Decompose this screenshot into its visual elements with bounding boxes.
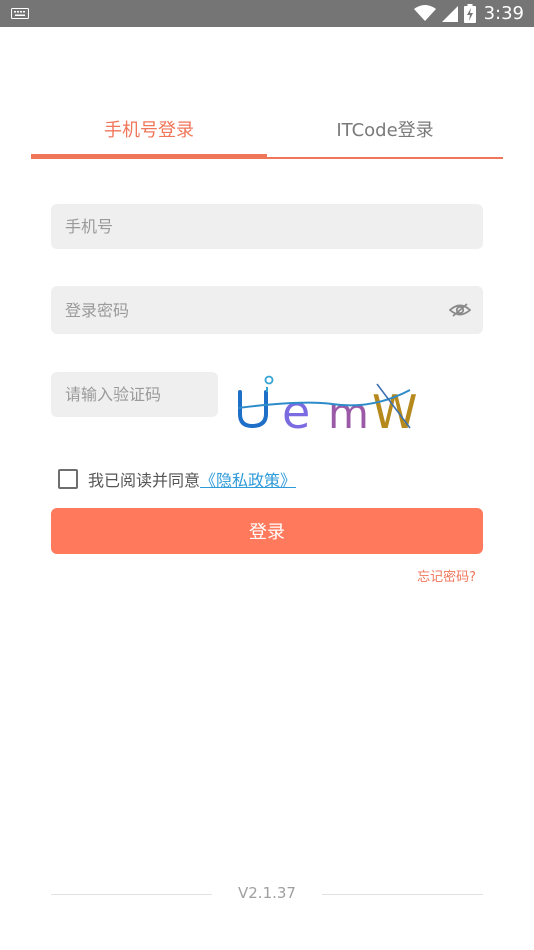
tab-active-indicator [31, 154, 267, 159]
version-footer: V2.1.37 [51, 884, 483, 906]
version-label: V2.1.37 [238, 884, 296, 902]
agreement-row: 我已阅读并同意 《隐私政策》 [58, 467, 296, 491]
svg-text:e: e [282, 385, 310, 434]
tab-itcode-login[interactable]: ITCode登录 [267, 100, 503, 158]
forgot-password-link[interactable]: 忘记密码? [417, 566, 476, 585]
phone-field-container [51, 204, 483, 249]
agreement-text: 我已阅读并同意 [88, 471, 201, 490]
status-time: 3:39 [483, 3, 524, 24]
signal-icon [441, 5, 458, 22]
login-tabs: 手机号登录 ITCode登录 [31, 100, 503, 160]
svg-text:m: m [328, 389, 369, 434]
captcha-image[interactable]: e m W [232, 370, 422, 434]
phone-input[interactable] [63, 216, 483, 237]
privacy-policy-link[interactable]: 《隐私政策》 [200, 467, 296, 491]
eye-closed-icon[interactable] [449, 299, 471, 321]
battery-icon [463, 4, 476, 23]
wifi-icon [413, 5, 436, 21]
agree-checkbox[interactable] [58, 469, 78, 489]
password-input[interactable] [63, 299, 439, 321]
svg-text:W: W [372, 385, 417, 434]
password-field-container [51, 286, 483, 334]
captcha-input[interactable] [63, 384, 218, 405]
tab-phone-login[interactable]: 手机号登录 [31, 100, 267, 158]
divider-right [322, 894, 483, 895]
login-button[interactable]: 登录 [51, 508, 483, 554]
captcha-field-container [51, 372, 218, 417]
status-bar: 3:39 [0, 0, 534, 27]
keyboard-icon [11, 8, 29, 19]
